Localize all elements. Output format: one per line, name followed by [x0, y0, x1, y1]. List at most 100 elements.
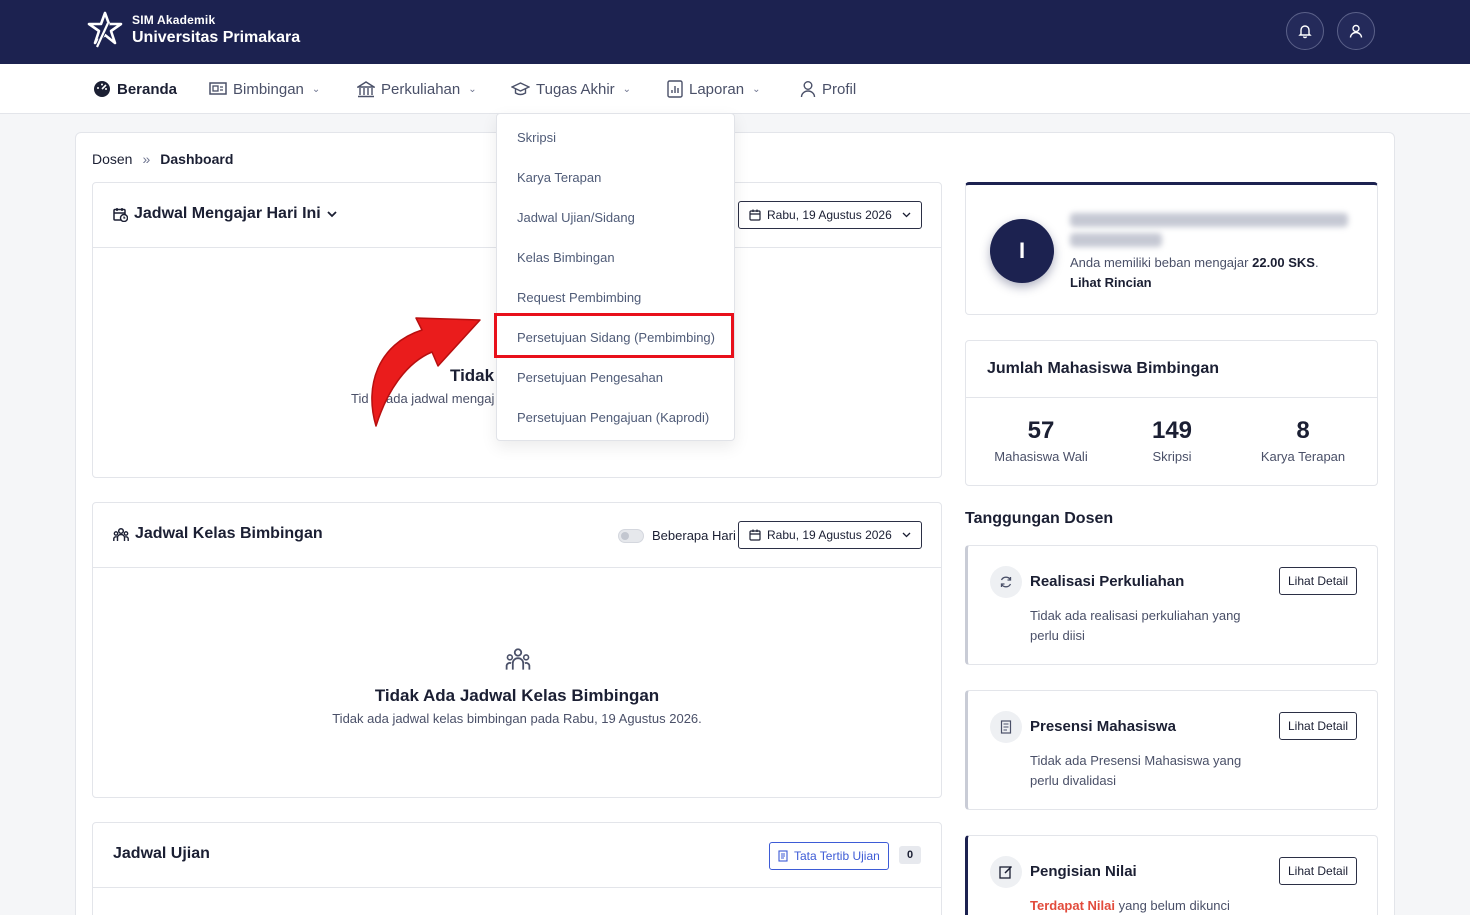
tugas-akhir-dropdown: Skripsi Karya Terapan Jadwal Ujian/Sidan…	[496, 113, 735, 441]
nav-tugas-akhir[interactable]: Tugas Akhir ⌄	[511, 64, 631, 114]
stat-thesis: 149 Skripsi	[1107, 417, 1237, 464]
panel-header: Jadwal Kelas Bimbingan Beberapa Hari Rab…	[93, 503, 941, 568]
nav-label: Bimbingan	[233, 80, 304, 98]
stat-label: Karya Terapan	[1260, 449, 1346, 464]
calendar-icon	[749, 529, 761, 541]
notification-button[interactable]	[1286, 12, 1324, 50]
chevron-down-icon: ⌄	[622, 83, 632, 95]
exam-count-badge: 0	[899, 846, 921, 864]
nav-label: Profil	[822, 80, 857, 98]
menu-item-persetujuan-pengesahan[interactable]: Persetujuan Pengesahan	[517, 370, 663, 385]
empty-state-title: Tidak Ada Jadwal Kelas Bimbingan	[374, 686, 660, 705]
document-list-icon	[990, 711, 1022, 743]
lecturer-name-redacted	[1070, 211, 1350, 247]
multi-day-toggle[interactable]	[618, 529, 644, 543]
date-picker-value: Rabu, 19 Agustus 2026	[767, 208, 892, 222]
edit-icon	[990, 856, 1022, 888]
brand[interactable]: SIM Akademik Universitas Primakara	[86, 11, 300, 49]
panel-header: Jadwal Ujian Tata Tertib Ujian 0	[93, 823, 941, 888]
calendar-icon	[749, 209, 761, 221]
view-detail-button[interactable]: Lihat Detail	[1279, 712, 1358, 740]
stat-value: 149	[1151, 417, 1193, 444]
stat-value: 8	[1296, 417, 1310, 444]
view-details-link[interactable]: Lihat Rincian	[1070, 275, 1152, 290]
highlight-box	[494, 313, 734, 358]
menu-item-kelas-bimbingan[interactable]: Kelas Bimbingan	[517, 250, 615, 265]
stat-label: Mahasiswa Wali	[994, 449, 1088, 464]
nav-label: Perkuliahan	[381, 80, 461, 98]
building-icon	[357, 80, 375, 97]
duty-card-nilai: Pengisian Nilai Terdapat Nilai yang belu…	[965, 835, 1378, 915]
section-title: Tanggungan Dosen	[965, 510, 1114, 527]
date-picker-button[interactable]: Rabu, 19 Agustus 2026	[738, 201, 922, 229]
lecturer-profile-card: I Anda memiliki beban mengajar 22.00 SKS…	[965, 182, 1378, 315]
menu-item-persetujuan-pengajuan[interactable]: Persetujuan Pengajuan (Kaprodi)	[517, 410, 709, 425]
top-bar: SIM Akademik Universitas Primakara	[0, 0, 1470, 64]
duty-card-presensi: Presensi Mahasiswa Tidak ada Presensi Ma…	[965, 690, 1378, 810]
nav-label: Laporan	[689, 80, 745, 98]
nav-laporan[interactable]: Laporan ⌄	[667, 64, 760, 114]
chevron-down-icon: ⌄	[311, 83, 321, 95]
exam-schedule-panel: Jadwal Ujian Tata Tertib Ujian 0	[92, 822, 942, 915]
annotation-arrow-icon	[371, 317, 481, 427]
guidance-class-panel: Jadwal Kelas Bimbingan Beberapa Hari Rab…	[92, 502, 942, 798]
exam-rules-label: Tata Tertib Ujian	[794, 849, 880, 863]
card-title: Jumlah Mahasiswa Bimbingan	[987, 360, 1220, 377]
user-icon	[800, 81, 816, 98]
breadcrumb-root[interactable]: Dosen	[92, 151, 132, 167]
nav-profil[interactable]: Profil	[800, 64, 856, 114]
chevron-down-icon	[902, 532, 911, 538]
view-detail-button[interactable]: Lihat Detail	[1279, 857, 1358, 885]
duty-title: Presensi Mahasiswa	[1030, 718, 1176, 735]
duty-title: Pengisian Nilai	[1030, 863, 1137, 880]
main-navigation: Beranda Bimbingan ⌄ Perkuliahan ⌄ Tugas …	[0, 64, 1470, 114]
nav-perkuliahan[interactable]: Perkuliahan ⌄	[357, 64, 477, 114]
date-picker-value: Rabu, 19 Agustus 2026	[767, 528, 892, 542]
people-icon	[113, 527, 129, 541]
teaching-load-value: 22.00 SKS	[1252, 255, 1315, 270]
app-title: Universitas Primakara	[132, 28, 301, 46]
multi-day-toggle-label: Beberapa Hari	[652, 528, 736, 543]
nav-bimbingan[interactable]: Bimbingan ⌄	[209, 64, 320, 114]
stat-label: Skripsi	[1152, 449, 1192, 464]
chevron-down-icon	[327, 210, 337, 217]
duty-description: Terdapat Nilai yang belum dikunci	[1030, 898, 1230, 913]
user-menu-button[interactable]	[1337, 12, 1375, 50]
menu-item-request-pembimbing[interactable]: Request Pembimbing	[517, 290, 641, 305]
panel-title-text: Jadwal Kelas Bimbingan	[135, 525, 323, 542]
teaching-schedule-toggle[interactable]: Jadwal Mengajar Hari Ini	[113, 205, 337, 223]
stat-applied-work: 8 Karya Terapan	[1238, 417, 1368, 464]
nav-beranda[interactable]: Beranda	[93, 64, 177, 114]
duty-card-realisasi: Realisasi Perkuliahan Tidak ada realisas…	[965, 545, 1378, 665]
chevron-down-icon: ⌄	[752, 83, 761, 95]
empty-state-subtitle: Tidak ada jadwal kelas bimbingan pada Ra…	[332, 711, 702, 726]
bell-icon	[1298, 25, 1312, 39]
exam-schedule-title: Jadwal Ujian	[113, 845, 210, 862]
dashboard-icon	[94, 81, 110, 97]
date-picker-button[interactable]: Rabu, 19 Agustus 2026	[738, 521, 922, 549]
student-count-card: Jumlah Mahasiswa Bimbingan 57 Mahasiswa …	[965, 340, 1378, 486]
breadcrumb-current: Dashboard	[160, 151, 234, 167]
duty-description: Tidak ada realisasi perkuliahan yang per…	[1030, 608, 1241, 643]
app-subtitle: SIM Akademik	[132, 12, 216, 27]
menu-item-karya-terapan[interactable]: Karya Terapan	[517, 170, 601, 185]
breadcrumb-separator: »	[142, 151, 151, 167]
exam-rules-button[interactable]: Tata Tertib Ujian	[769, 842, 889, 870]
calendar-clock-icon	[113, 207, 128, 222]
avatar: I	[990, 219, 1054, 283]
board-icon	[209, 82, 227, 95]
stat-advisees: 57 Mahasiswa Wali	[976, 417, 1106, 464]
graduation-cap-icon	[511, 82, 530, 96]
people-icon	[505, 648, 531, 670]
university-logo-icon	[87, 11, 123, 48]
refresh-icon	[990, 566, 1022, 598]
document-list-icon	[778, 850, 788, 862]
guidance-class-title: Jadwal Kelas Bimbingan	[113, 525, 323, 543]
menu-item-skripsi[interactable]: Skripsi	[517, 130, 556, 145]
duty-description: Tidak ada Presensi Mahasiswa yang perlu …	[1030, 753, 1242, 788]
menu-item-jadwal-ujian[interactable]: Jadwal Ujian/Sidang	[517, 210, 635, 225]
view-detail-button[interactable]: Lihat Detail	[1279, 567, 1358, 595]
teaching-load-text: Anda memiliki beban mengajar 22.00 SKS.	[1070, 255, 1319, 270]
chevron-down-icon	[902, 212, 911, 218]
report-icon	[667, 80, 683, 98]
